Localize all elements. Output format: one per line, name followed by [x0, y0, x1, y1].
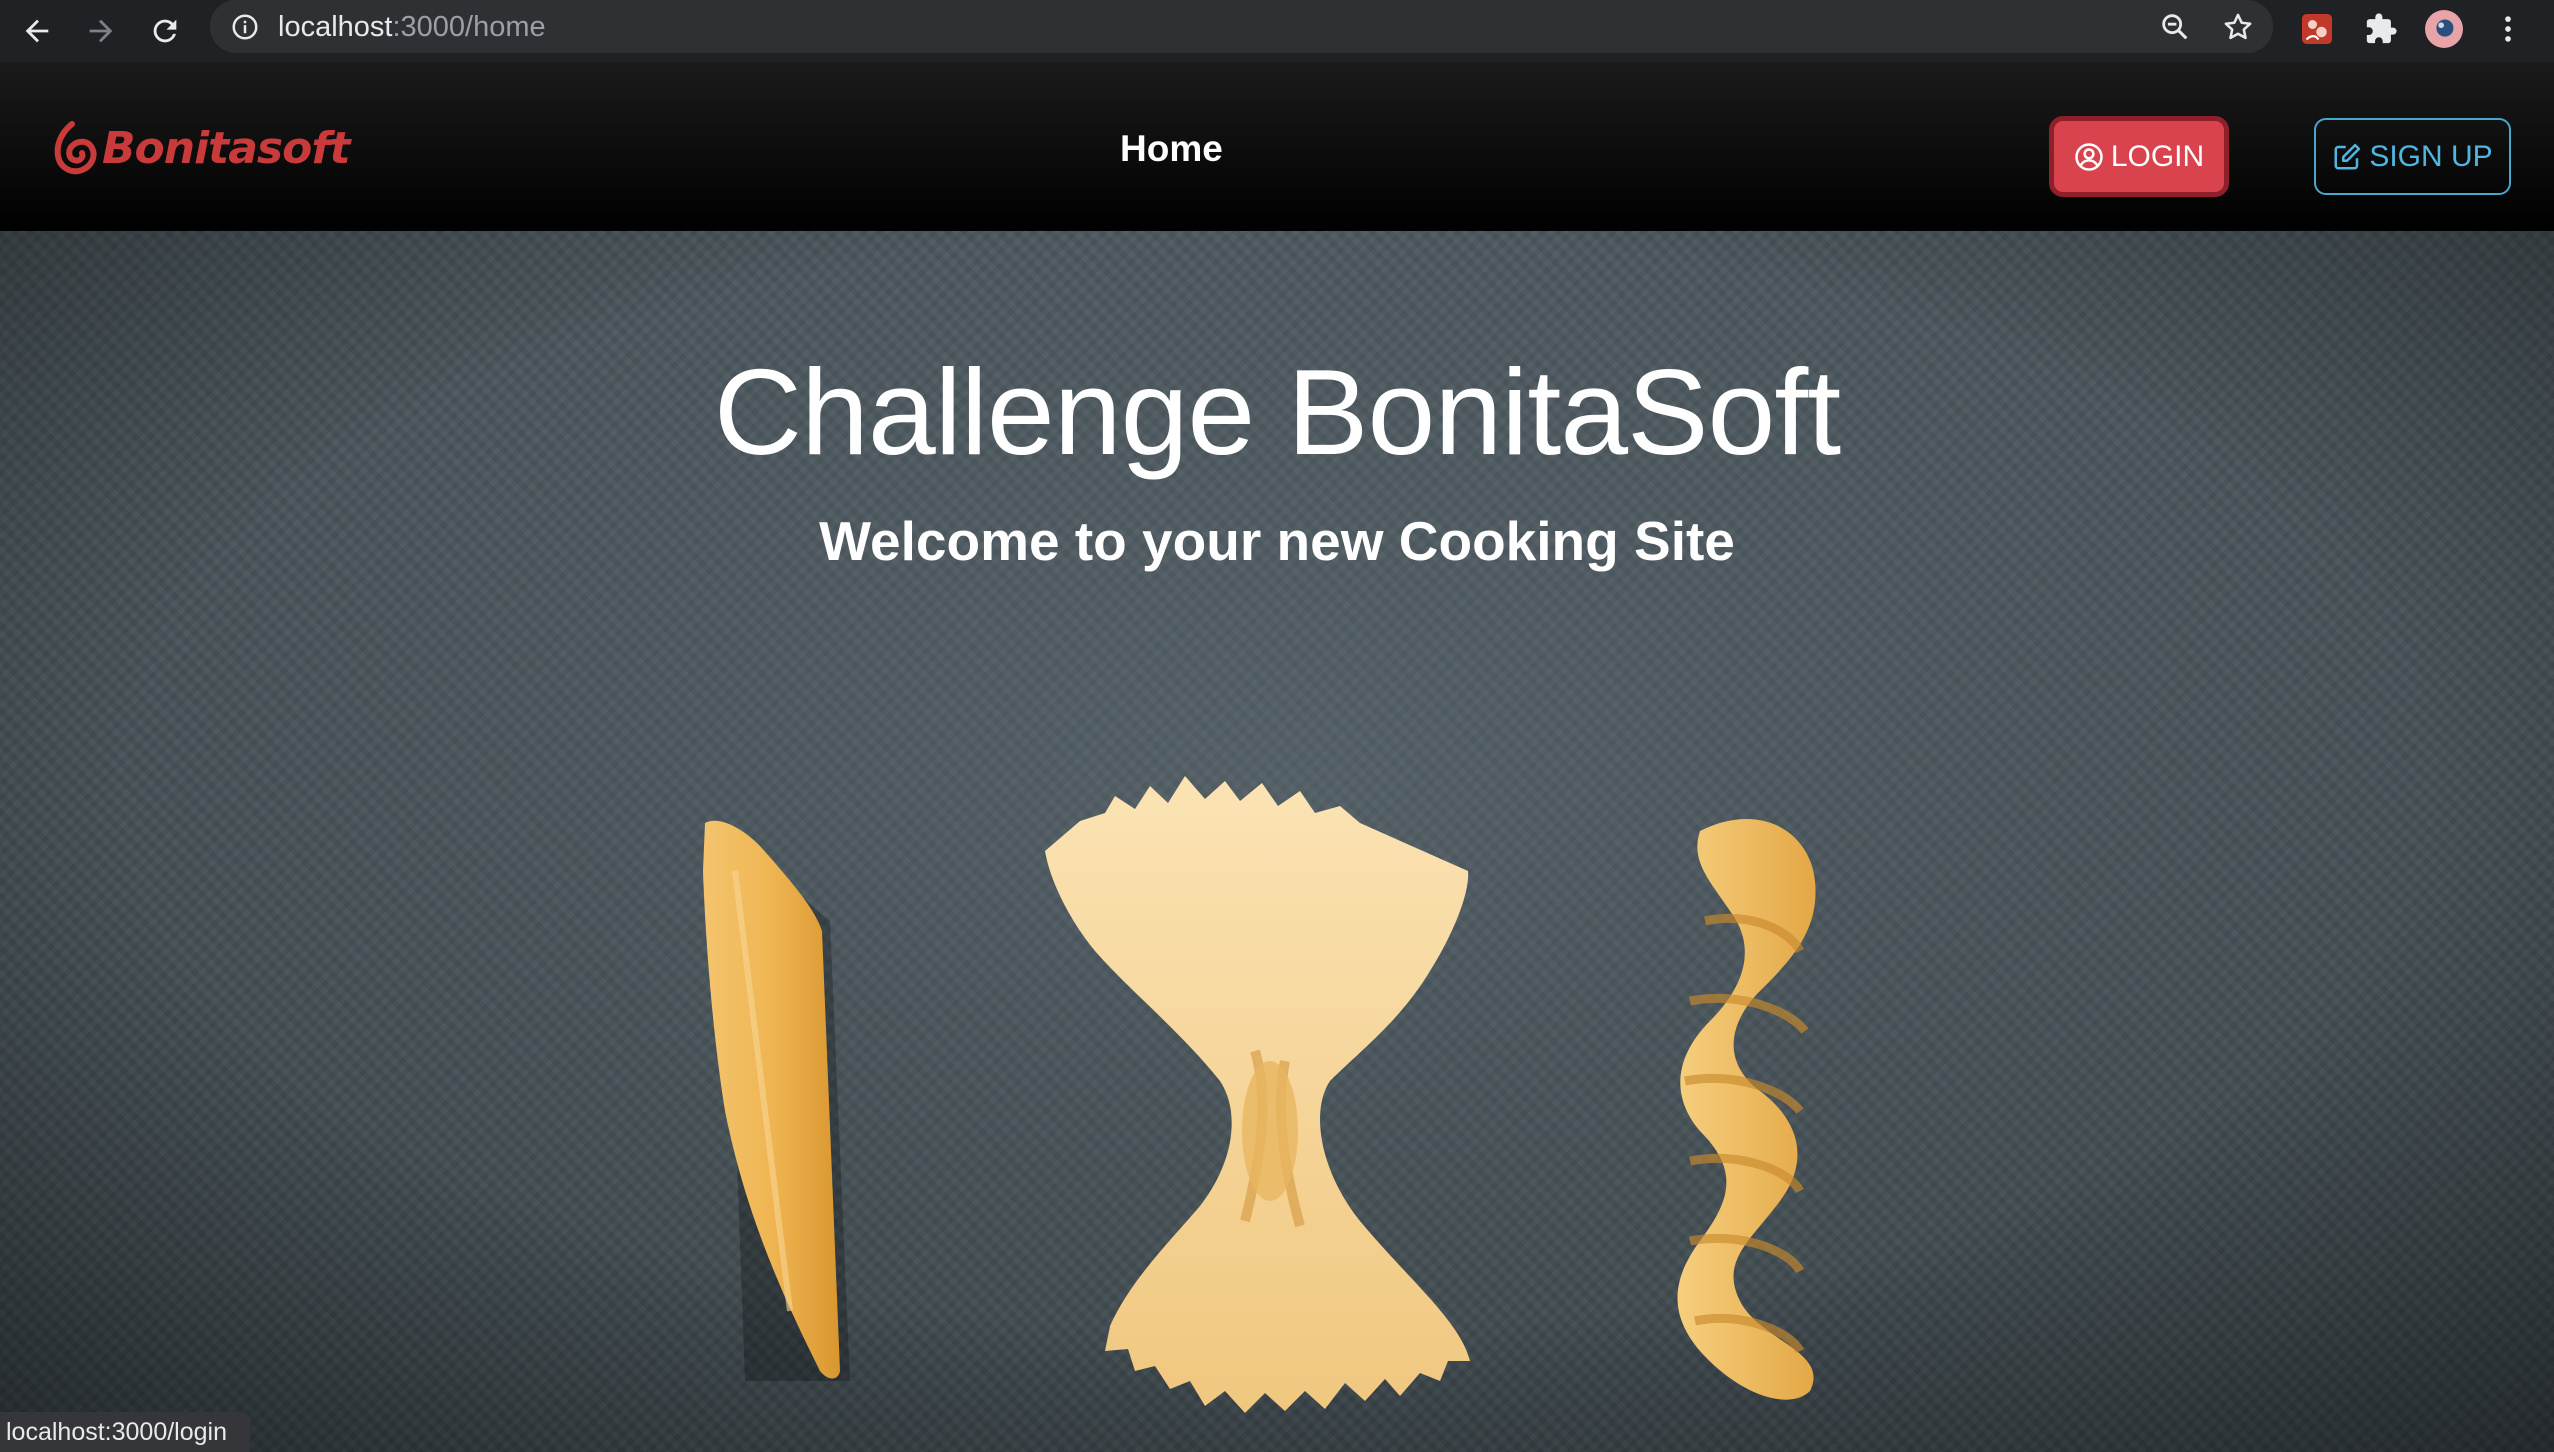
nav-home-link[interactable]: Home: [1120, 128, 1223, 170]
back-icon[interactable]: [12, 6, 62, 56]
zoom-icon[interactable]: [2158, 10, 2192, 44]
forward-icon[interactable]: [76, 6, 126, 56]
more-menu-icon[interactable]: [2489, 10, 2527, 48]
reload-icon[interactable]: [140, 6, 190, 56]
hero-subtitle: Welcome to your new Cooking Site: [819, 510, 1735, 572]
hero-banner: Challenge BonitaSoft Welcome to your new…: [0, 231, 2554, 1452]
bookmark-star-icon[interactable]: [2221, 10, 2255, 44]
puzzle-extensions-icon[interactable]: [2362, 10, 2400, 48]
browser-toolbar: localhost:3000/home: [0, 0, 2554, 62]
hero-title: Challenge BonitaSoft: [713, 344, 1841, 480]
profile-avatar[interactable]: [2425, 10, 2463, 48]
app-navbar: Bonitasoft Home LOGIN SIGN UP: [0, 62, 2554, 231]
brand-logo[interactable]: Bonitasoft: [52, 118, 350, 178]
user-circle-icon: [2075, 142, 2103, 171]
edit-icon: [2334, 143, 2361, 169]
brand-name: Bonitasoft: [102, 122, 350, 174]
url-text: localhost:3000/home: [278, 9, 546, 45]
extension-icon[interactable]: [2298, 10, 2336, 48]
url-host: localhost: [278, 11, 393, 43]
signup-label: SIGN UP: [2369, 139, 2493, 173]
login-button[interactable]: LOGIN: [2049, 116, 2229, 197]
login-label: LOGIN: [2110, 139, 2205, 173]
address-bar[interactable]: localhost:3000/home: [210, 0, 2273, 53]
url-path: :3000/home: [392, 11, 546, 43]
signup-button[interactable]: SIGN UP: [2314, 118, 2511, 195]
site-info-icon[interactable]: [230, 12, 260, 42]
link-status-bubble: localhost:3000/login: [0, 1412, 250, 1452]
bonitasoft-logo-icon: [54, 121, 97, 175]
